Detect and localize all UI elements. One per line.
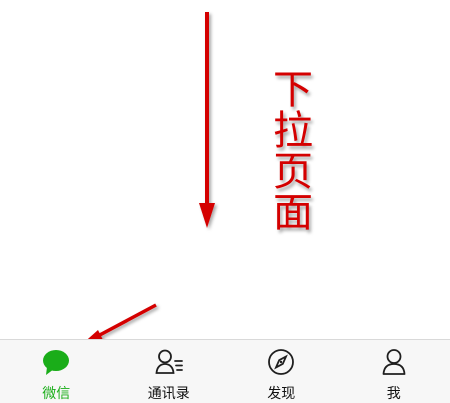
annotation-char: 下 bbox=[273, 67, 313, 113]
compass-icon bbox=[268, 349, 295, 375]
tab-contacts[interactable]: 通讯录 bbox=[113, 340, 226, 403]
tab-me[interactable]: 我 bbox=[338, 340, 450, 403]
chat-bubble-icon bbox=[43, 350, 70, 375]
tab-label: 发现 bbox=[267, 386, 296, 402]
annotation-char: 面 bbox=[273, 190, 313, 236]
tab-discover[interactable]: 发现 bbox=[225, 340, 338, 403]
annotation-char: 页 bbox=[273, 149, 313, 195]
bottom-tab-bar: 微信 通讯录 发现 我 bbox=[0, 339, 450, 403]
annotation-char: 拉 bbox=[273, 108, 313, 154]
contacts-icon bbox=[155, 349, 183, 374]
screenshot-canvas: 下 拉 页 面 微信 通讯录 发现 我 bbox=[0, 0, 450, 403]
pull-down-annotation: 下 拉 页 面 bbox=[270, 70, 316, 234]
profile-icon bbox=[382, 349, 406, 375]
tab-label: 通讯录 bbox=[147, 386, 190, 402]
pull-down-arrow bbox=[199, 12, 215, 228]
tab-chats[interactable]: 微信 bbox=[0, 340, 113, 403]
tab-label: 我 bbox=[386, 386, 401, 402]
tab-label: 微信 bbox=[42, 386, 71, 402]
